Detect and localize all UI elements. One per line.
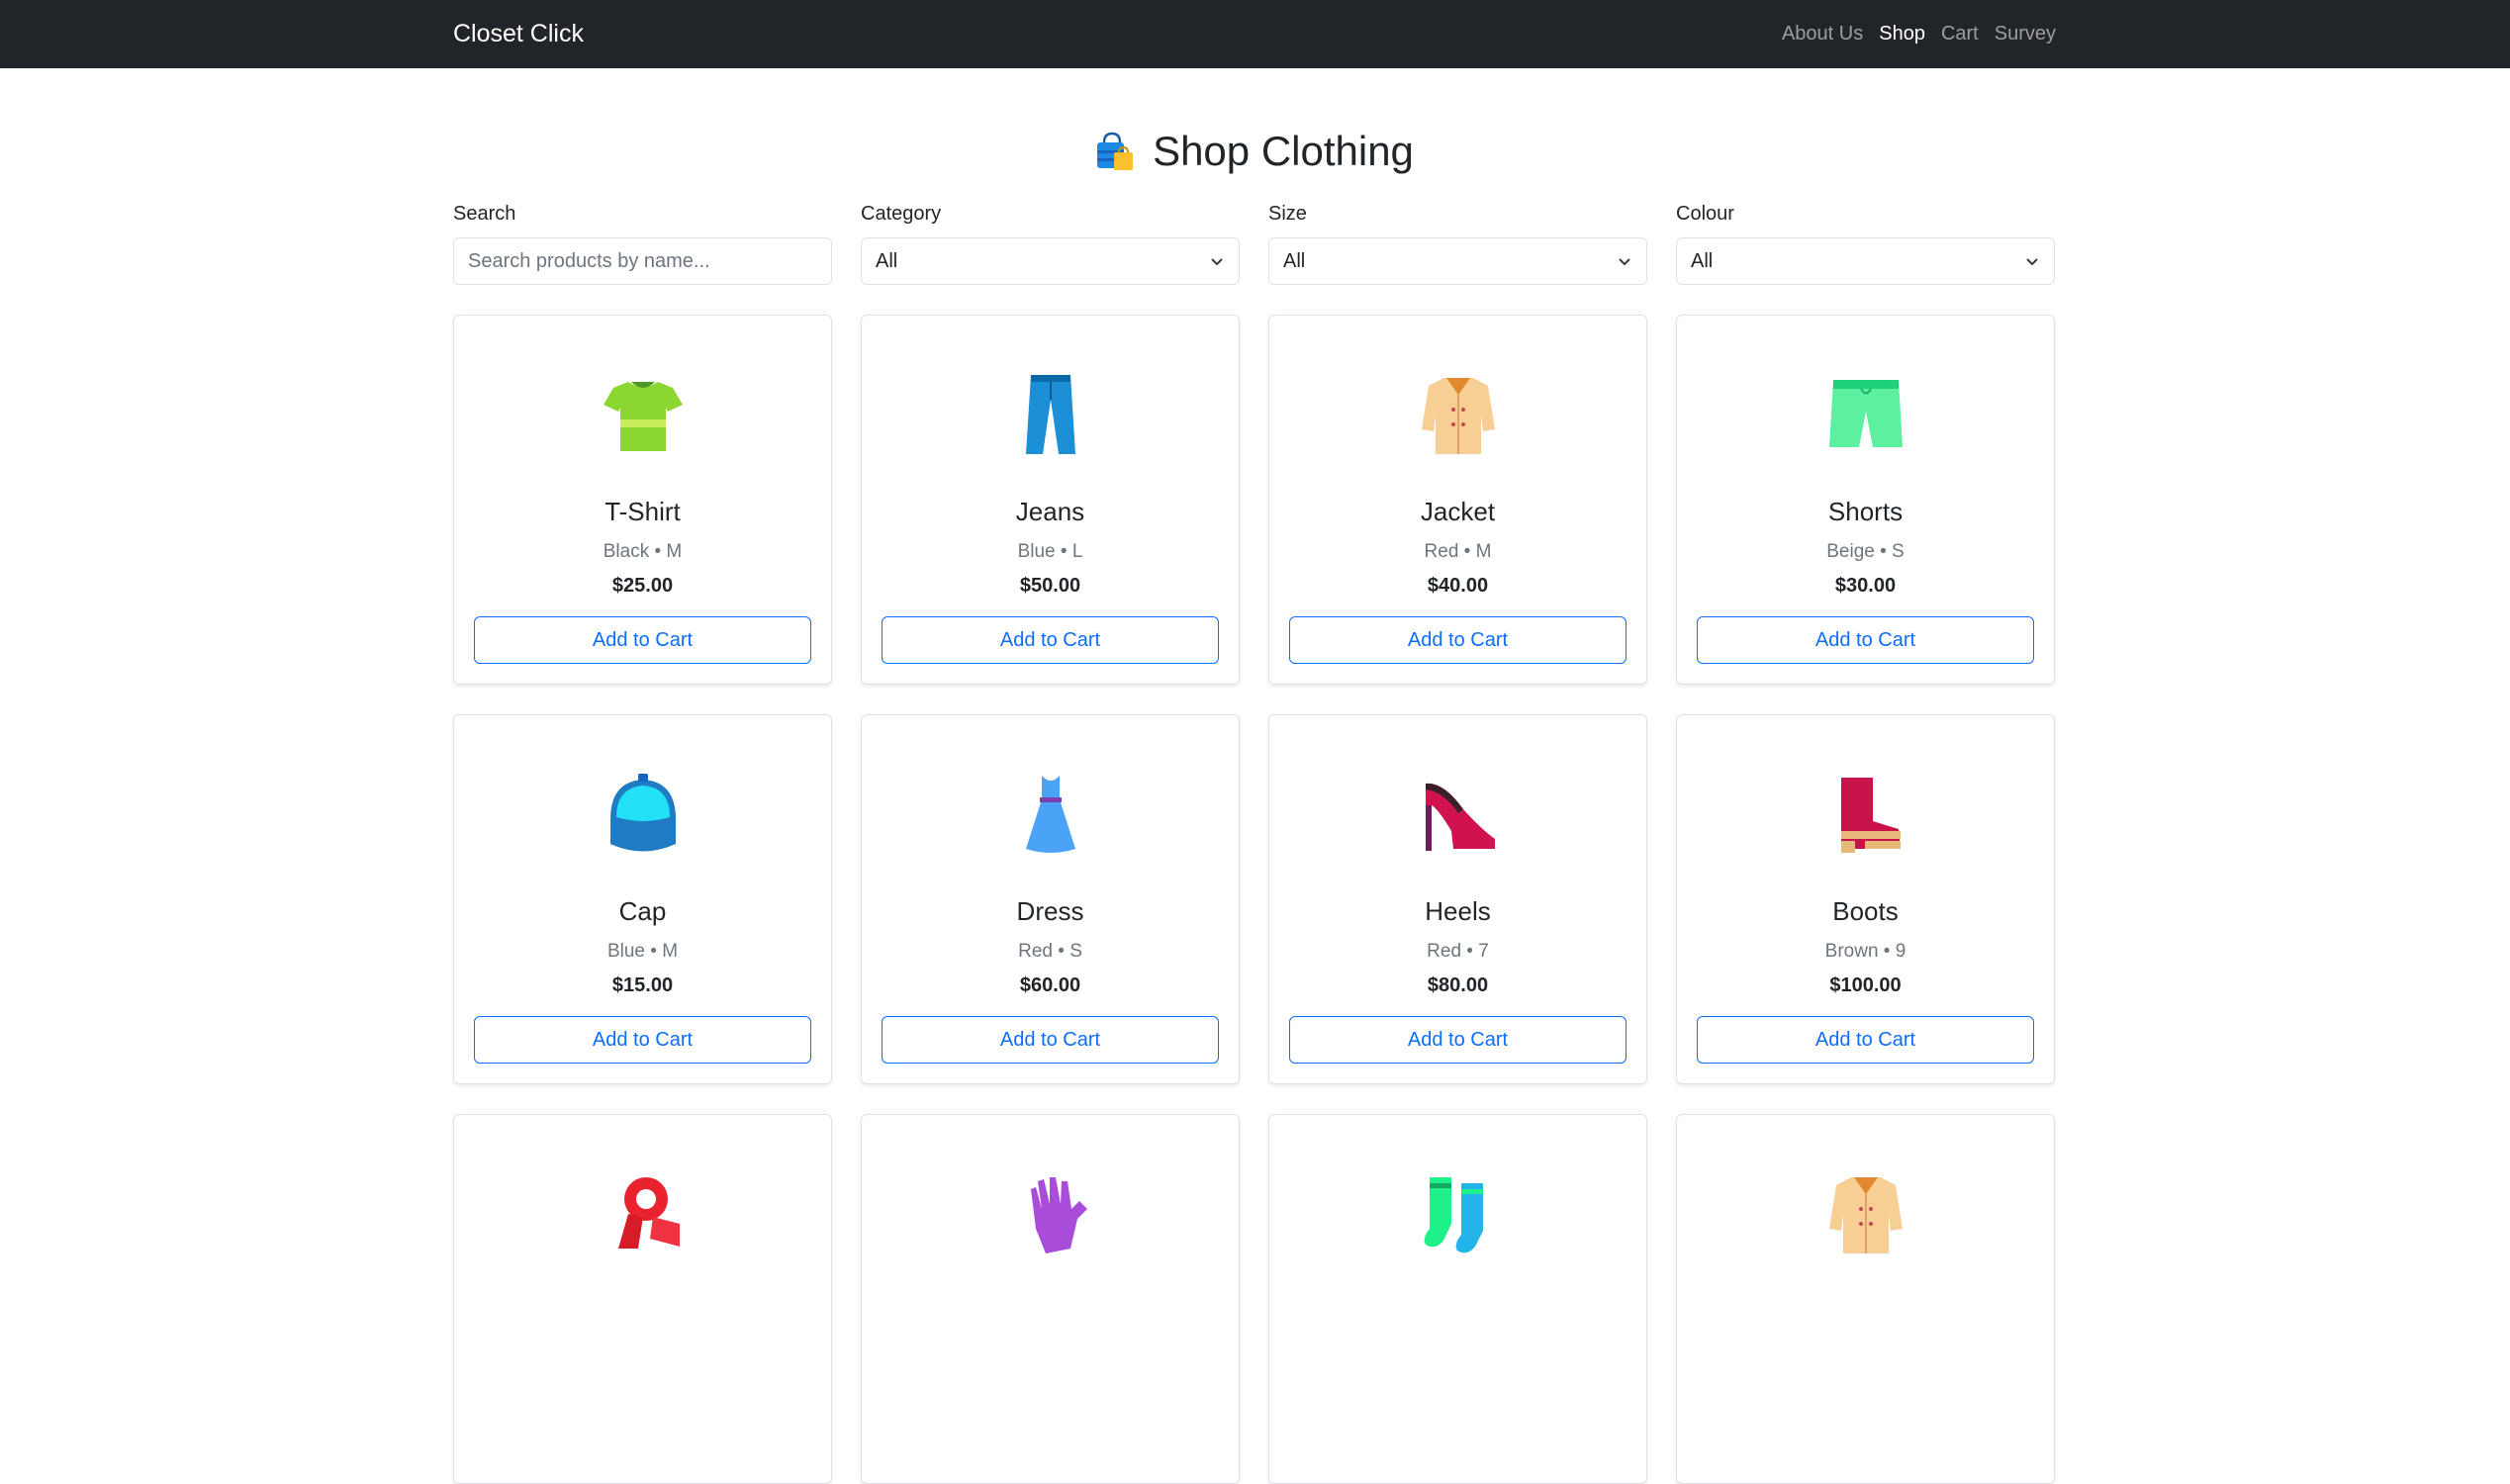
category-filter: Category All <box>861 203 1240 285</box>
product-card: Jeans Blue • L $50.00 Add to Cart <box>861 315 1240 685</box>
size-select-value: All <box>1283 249 1306 272</box>
add-to-cart-button[interactable]: Add to Cart <box>882 616 1219 664</box>
navbar: Closet Click About Us Shop Cart Survey <box>0 0 2510 68</box>
filter-bar: Search Search products by name... Catego… <box>453 203 2056 285</box>
product-card <box>453 1114 832 1484</box>
size-filter: Size All <box>1268 203 1647 285</box>
product-card <box>1676 1114 2055 1484</box>
product-meta: Blue • L <box>1017 541 1083 562</box>
product-name: T-Shirt <box>604 497 681 526</box>
product-name: Heels <box>1425 896 1491 926</box>
page-title-text: Shop Clothing <box>1153 128 1414 174</box>
product-card: Jacket Red • M $40.00 Add to Cart <box>1268 315 1647 685</box>
boot-icon <box>1840 778 1901 853</box>
chevron-down-icon <box>1619 258 1630 266</box>
product-name: Shorts <box>1827 497 1904 526</box>
product-name: Boots <box>1832 896 1899 926</box>
product-meta: Beige • S <box>1826 541 1905 562</box>
heels-icon <box>1425 783 1495 851</box>
product-card <box>1268 1114 1647 1484</box>
product-price: $30.00 <box>1834 575 1897 597</box>
chevron-down-icon <box>2026 258 2038 266</box>
product-card: Dress Red • S $60.00 Add to Cart <box>861 714 1240 1084</box>
product-meta: Brown • 9 <box>1824 941 1906 962</box>
coat-icon <box>1828 1177 1903 1253</box>
size-select[interactable]: All <box>1268 237 1647 285</box>
size-label: Size <box>1268 203 1307 225</box>
product-price: $60.00 <box>1019 974 1081 996</box>
nav-link-survey[interactable]: Survey <box>1987 23 2056 46</box>
jeans-icon <box>1025 375 1075 454</box>
product-card: Shorts Beige • S $30.00 Add to Cart <box>1676 315 2055 685</box>
product-card: Boots Brown • 9 $100.00 Add to Cart <box>1676 714 2055 1084</box>
add-to-cart-button[interactable]: Add to Cart <box>1697 1016 2034 1064</box>
colour-select-value: All <box>1691 249 1714 272</box>
product-name: Dress <box>1016 896 1084 926</box>
scarf-icon <box>617 1177 680 1249</box>
gloves-icon <box>1030 1177 1087 1253</box>
cap-icon <box>609 774 676 852</box>
dress-icon <box>1025 776 1075 853</box>
add-to-cart-button[interactable]: Add to Cart <box>474 1016 811 1064</box>
product-meta: Red • M <box>1424 541 1492 562</box>
product-price: $80.00 <box>1427 974 1489 996</box>
add-to-cart-button[interactable]: Add to Cart <box>1289 1016 1627 1064</box>
colour-select[interactable]: All <box>1676 237 2055 285</box>
nav-links: About Us Shop Cart Survey <box>1774 23 2056 46</box>
tshirt-icon <box>603 382 683 451</box>
search-input[interactable]: Search products by name... <box>453 237 832 285</box>
coat-icon <box>1421 378 1495 454</box>
add-to-cart-button[interactable]: Add to Cart <box>474 616 811 664</box>
product-price: $15.00 <box>611 974 674 996</box>
product-price: $40.00 <box>1427 575 1489 597</box>
product-grid: T-Shirt Black • M $25.00 Add to Cart Jea… <box>453 315 2056 1484</box>
product-name: Jacket <box>1420 497 1496 526</box>
product-card <box>861 1114 1240 1484</box>
product-card: T-Shirt Black • M $25.00 Add to Cart <box>453 315 832 685</box>
product-price: $25.00 <box>611 575 674 597</box>
product-meta: Black • M <box>603 541 683 562</box>
colour-label: Colour <box>1676 203 1734 225</box>
chevron-down-icon <box>1211 258 1223 266</box>
search-filter: Search Search products by name... <box>453 203 832 285</box>
product-name: Cap <box>618 896 667 926</box>
product-price: $50.00 <box>1019 575 1081 597</box>
page-title: Shop Clothing <box>453 68 2056 175</box>
category-select[interactable]: All <box>861 237 1240 285</box>
category-label: Category <box>861 203 942 225</box>
nav-link-cart[interactable]: Cart <box>1933 23 1987 46</box>
brand-logo[interactable]: Closet Click <box>453 20 584 48</box>
category-select-value: All <box>876 249 898 272</box>
nav-link-shop[interactable]: Shop <box>1871 23 1933 46</box>
main-content: Shop Clothing Search Search products by … <box>453 68 2056 1484</box>
product-price: $100.00 <box>1829 974 1902 996</box>
shopping-bags-icon <box>1097 132 1134 170</box>
socks-icon <box>1424 1177 1483 1253</box>
product-meta: Blue • M <box>606 941 679 962</box>
shorts-icon <box>1828 380 1903 447</box>
product-meta: Red • 7 <box>1427 941 1489 962</box>
add-to-cart-button[interactable]: Add to Cart <box>882 1016 1219 1064</box>
nav-link-about-us[interactable]: About Us <box>1774 23 1871 46</box>
product-card: Heels Red • 7 $80.00 Add to Cart <box>1268 714 1647 1084</box>
product-card: Cap Blue • M $15.00 Add to Cart <box>453 714 832 1084</box>
colour-filter: Colour All <box>1676 203 2055 285</box>
add-to-cart-button[interactable]: Add to Cart <box>1697 616 2034 664</box>
add-to-cart-button[interactable]: Add to Cart <box>1289 616 1627 664</box>
product-name: Jeans <box>1015 497 1085 526</box>
product-meta: Red • S <box>1018 941 1082 962</box>
search-label: Search <box>453 203 516 225</box>
